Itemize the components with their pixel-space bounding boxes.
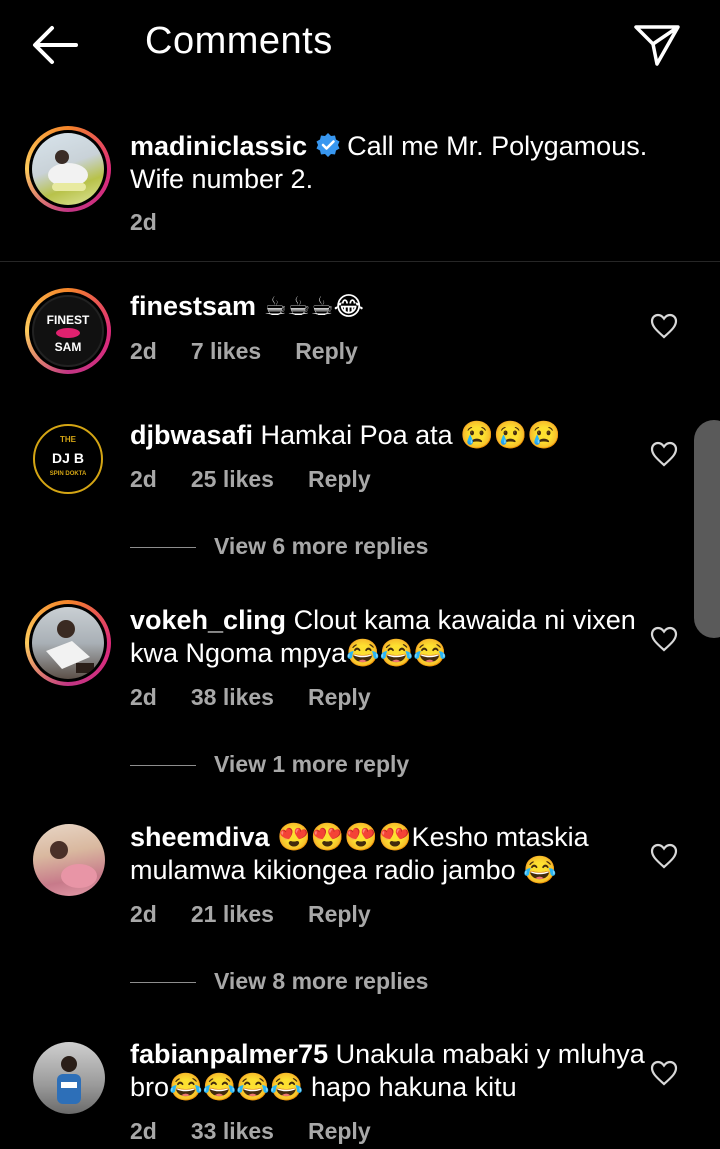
view-more-label: View 1 more reply — [214, 751, 410, 777]
comment-username[interactable]: finestsam — [130, 291, 256, 321]
heart-outline-icon[interactable] — [650, 441, 678, 467]
caption-text: madiniclassic Call me Mr. Polygamous. Wif… — [130, 130, 650, 196]
lips-icon — [56, 328, 80, 338]
comment-body: ☕☕☕😂 — [263, 292, 364, 322]
avatar-label: DJ B — [52, 450, 84, 466]
comment-time: 2d — [130, 338, 157, 364]
paper-plane-icon — [634, 25, 680, 66]
arrow-left-icon — [33, 26, 78, 64]
comment-username[interactable]: fabianpalmer75 — [130, 1039, 328, 1069]
reply-button[interactable]: Reply — [308, 1118, 371, 1144]
heart-outline-icon[interactable] — [650, 626, 678, 652]
comment-meta: 2d 33 likes Reply — [130, 1118, 405, 1145]
caption-meta: 2d — [130, 209, 191, 236]
heart-outline-icon[interactable] — [650, 1060, 678, 1086]
comment-text: vokeh_cling Clout kama kawaida ni vixen … — [130, 604, 650, 670]
view-more-label: View 6 more replies — [214, 533, 429, 559]
scroll-handle[interactable] — [694, 420, 720, 638]
avatar-label: THE — [60, 435, 76, 444]
comment-text: finestsam ☕☕☕😂 — [130, 290, 650, 324]
avatar-label: SPIN DOKTA — [49, 471, 87, 477]
caption-time: 2d — [130, 209, 157, 235]
reply-button[interactable]: Reply — [308, 466, 371, 492]
heart-outline-icon[interactable] — [650, 313, 678, 339]
reply-button[interactable]: Reply — [308, 901, 371, 927]
comment-username[interactable]: vokeh_cling — [130, 605, 286, 635]
divider — [130, 765, 196, 766]
avatar — [32, 133, 104, 205]
back-button[interactable] — [28, 22, 82, 68]
comment-meta: 2d 7 likes Reply — [130, 338, 392, 365]
avatar[interactable] — [33, 824, 105, 896]
avatar[interactable] — [33, 1042, 105, 1114]
divider — [130, 982, 196, 983]
avatar-label: FINEST — [46, 313, 90, 327]
page-title: Comments — [145, 20, 333, 62]
comment-likes[interactable]: 33 likes — [191, 1118, 274, 1144]
reply-button[interactable]: Reply — [295, 338, 358, 364]
comment-body: Hamkai Poa ata 😢😢😢 — [260, 420, 562, 450]
comment-time: 2d — [130, 901, 157, 927]
comment-avatar-ring[interactable] — [25, 600, 111, 686]
divider — [0, 261, 720, 262]
comment-meta: 2d 25 likes Reply — [130, 466, 405, 493]
comment-time: 2d — [130, 684, 157, 710]
comment-likes[interactable]: 21 likes — [191, 901, 274, 927]
comment-username[interactable]: sheemdiva — [130, 822, 270, 852]
comment-username[interactable]: djbwasafi — [130, 420, 253, 450]
comment-text: fabianpalmer75 Unakula mabaki y mluhya b… — [130, 1038, 650, 1104]
comment-meta: 2d 21 likes Reply — [130, 901, 405, 928]
comment-time: 2d — [130, 466, 157, 492]
comment-likes[interactable]: 25 likes — [191, 466, 274, 492]
reply-button[interactable]: Reply — [308, 684, 371, 710]
comment-text: djbwasafi Hamkai Poa ata 😢😢😢 — [130, 419, 650, 452]
comment-avatar-ring[interactable]: FINEST SAM — [25, 288, 111, 374]
caption-avatar-ring[interactable] — [25, 126, 111, 212]
view-more-label: View 8 more replies — [214, 968, 429, 994]
avatar — [32, 607, 104, 679]
comment-likes[interactable]: 38 likes — [191, 684, 274, 710]
share-button[interactable] — [632, 20, 682, 70]
avatar: FINEST SAM — [32, 295, 104, 367]
comment-likes[interactable]: 7 likes — [191, 338, 261, 364]
comment-meta: 2d 38 likes Reply — [130, 684, 405, 711]
comment-text: sheemdiva 😍😍😍😍Kesho mtaskia mulamwa kiki… — [130, 821, 650, 887]
heart-outline-icon[interactable] — [650, 843, 678, 869]
avatar-label: SAM — [54, 340, 82, 354]
header-bar: Comments — [0, 0, 720, 90]
caption-username[interactable]: madiniclassic — [130, 131, 307, 161]
comment-time: 2d — [130, 1118, 157, 1144]
divider — [130, 547, 196, 548]
avatar[interactable]: THE DJ B SPIN DOKTA — [33, 424, 103, 494]
verified-badge-icon — [316, 133, 340, 157]
